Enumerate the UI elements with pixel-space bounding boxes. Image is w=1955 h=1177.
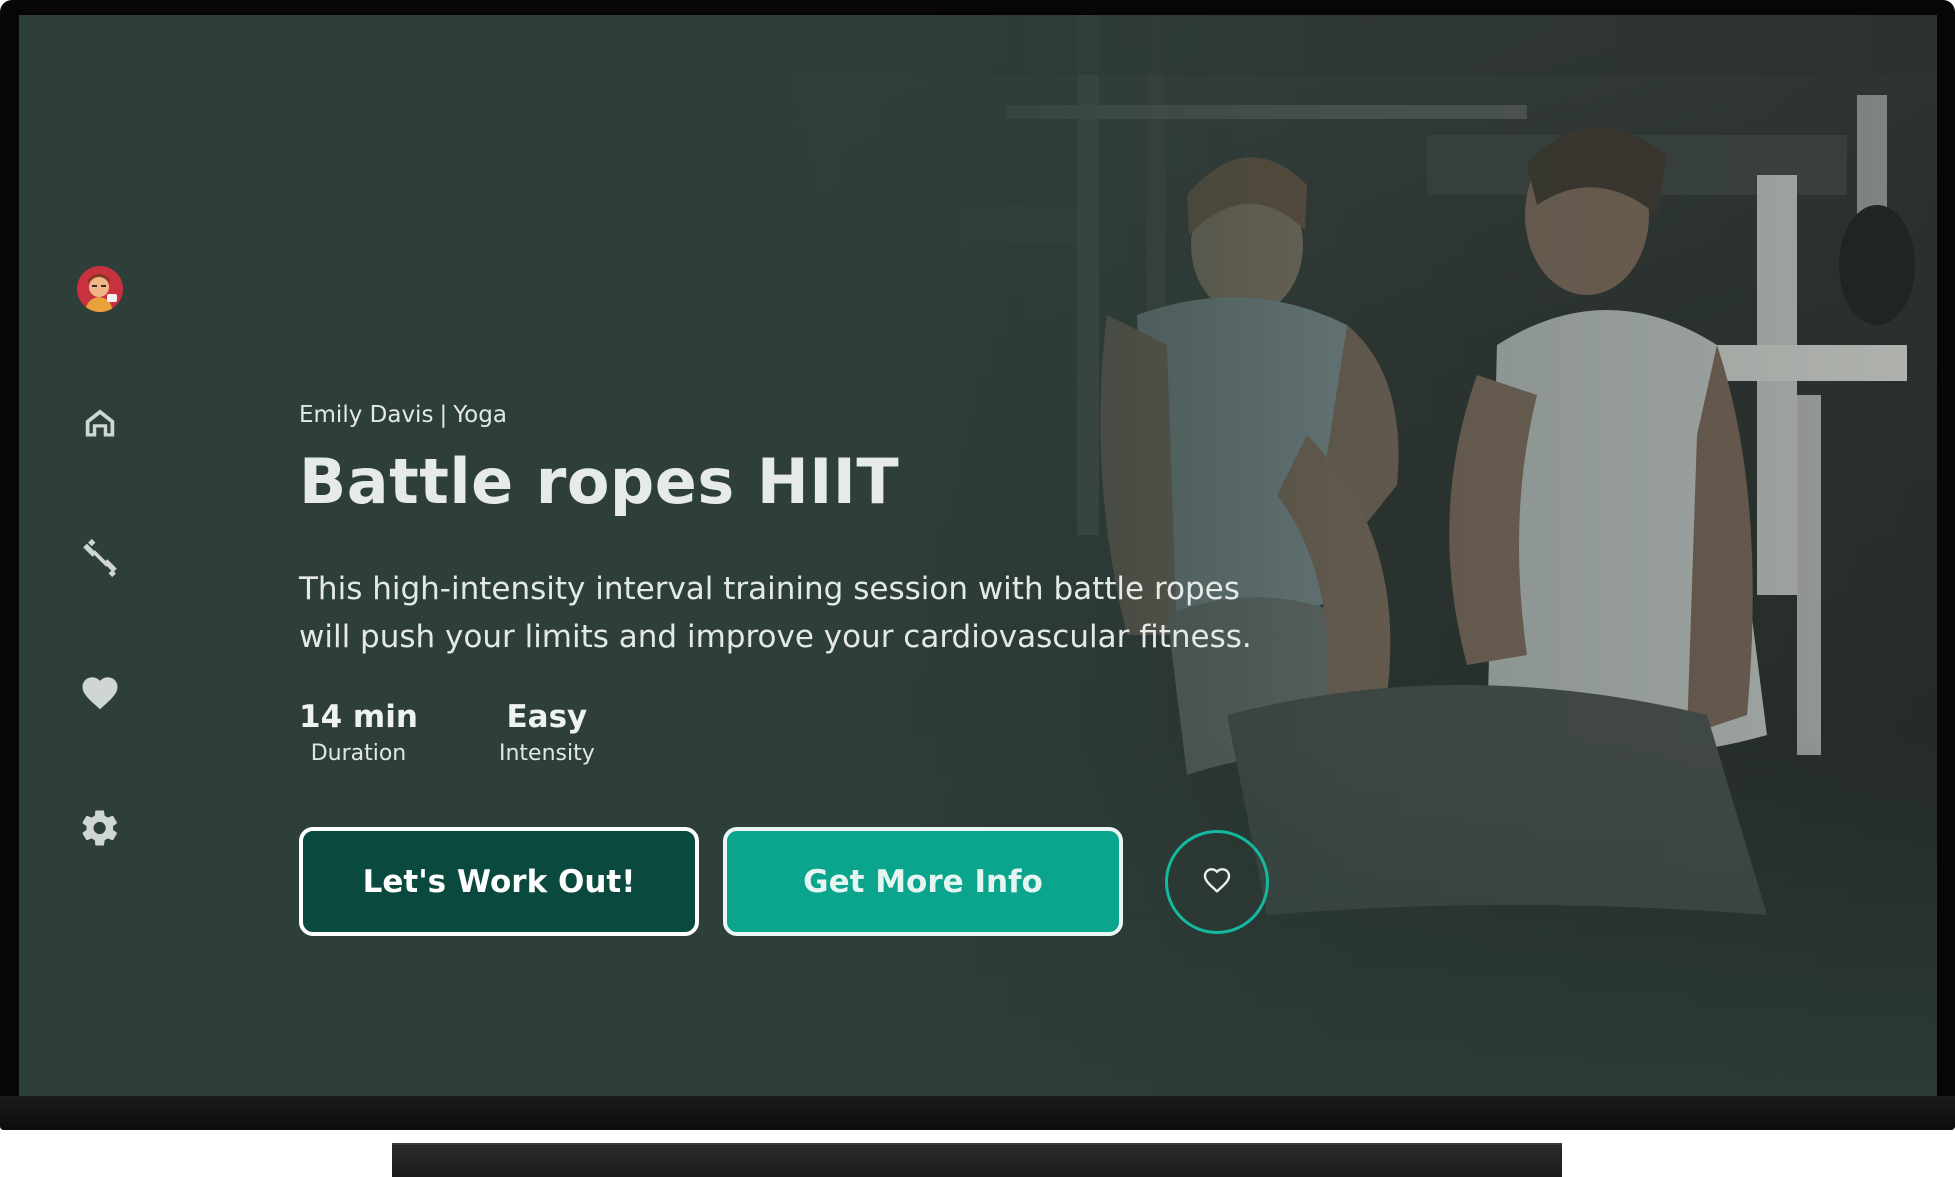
more-info-button[interactable]: Get More Info [723, 827, 1123, 936]
favorite-button[interactable] [1165, 830, 1269, 934]
workout-meta: Emily Davis | Yoga [299, 402, 507, 428]
nav-workouts[interactable] [75, 535, 125, 585]
tv-frame: Emily Davis | Yoga Battle ropes HIIT This … [0, 0, 1955, 1130]
stat-duration: 14 min Duration [299, 699, 418, 766]
workout-category: Yoga [453, 402, 507, 428]
workout-description: This high-intensity interval training se… [299, 571, 1252, 655]
stat-duration-value: 14 min [299, 699, 418, 735]
avatar-image [77, 266, 123, 312]
stat-intensity: Easy Intensity [499, 699, 595, 766]
tv-stand [392, 1143, 1562, 1177]
nav-home[interactable] [75, 400, 125, 450]
dumbbell-icon [79, 537, 121, 583]
instructor-name: Emily Davis [299, 402, 434, 428]
nav-settings[interactable] [75, 805, 125, 855]
tv-bezel-bottom [0, 1096, 1955, 1130]
side-navigation [19, 15, 179, 1096]
start-workout-button[interactable]: Let's Work Out! [299, 827, 699, 936]
nav-favorites[interactable] [75, 670, 125, 720]
profile-avatar[interactable] [75, 264, 125, 314]
stat-intensity-label: Intensity [499, 741, 595, 766]
heart-outline-icon [1201, 864, 1233, 900]
stat-duration-label: Duration [310, 741, 407, 766]
stat-intensity-value: Easy [506, 699, 588, 735]
heart-icon [79, 672, 121, 718]
gear-icon [79, 807, 121, 853]
workout-title: Battle ropes HIIT [299, 445, 900, 518]
tv-screen: Emily Davis | Yoga Battle ropes HIIT This … [19, 15, 1937, 1096]
home-icon [82, 405, 118, 445]
meta-separator: | [439, 402, 448, 428]
